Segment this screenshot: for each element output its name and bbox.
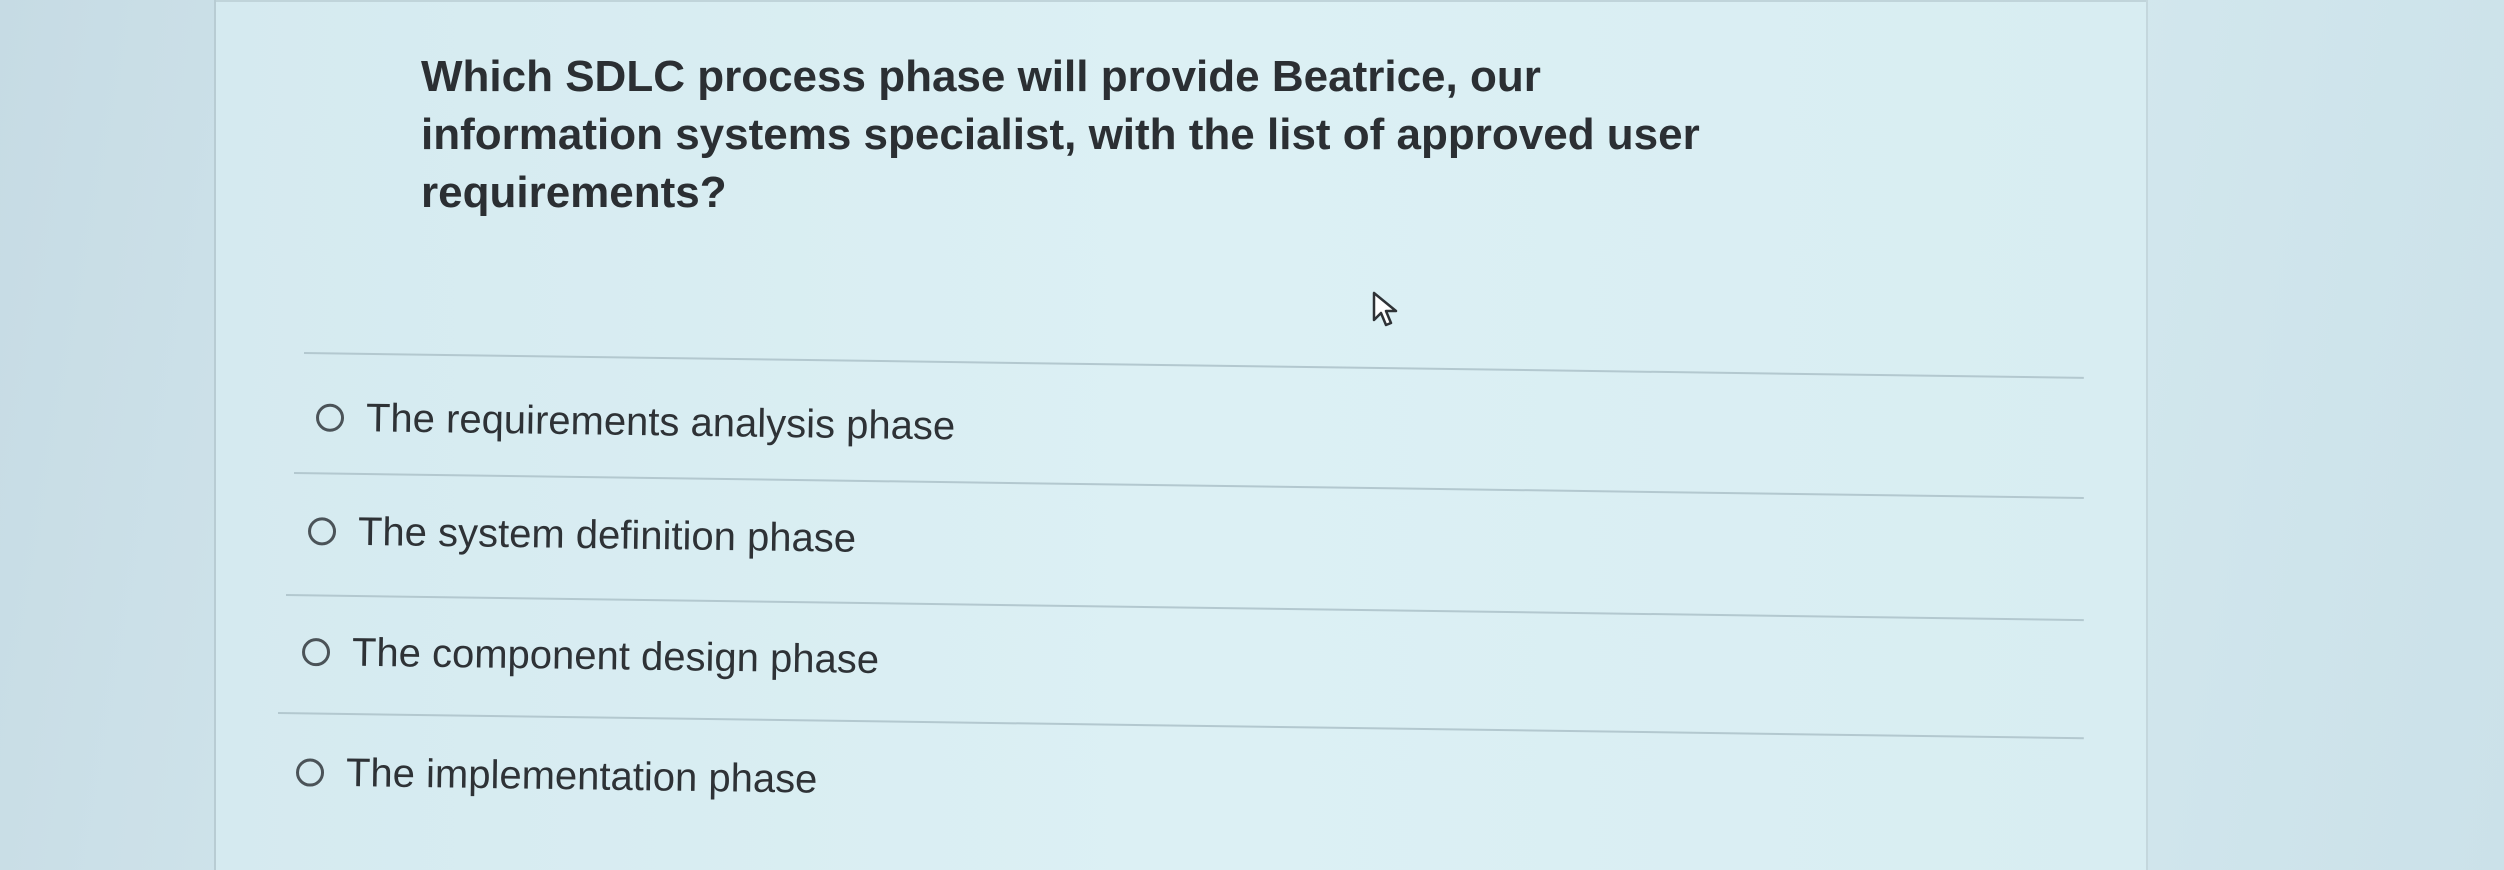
option-divider [285,594,2084,622]
answer-option-4[interactable]: The implementation phase [295,742,818,809]
answer-option-label: The implementation phase [345,750,818,802]
radio-button[interactable] [307,517,337,546]
answer-option-1[interactable]: The requirements analysis phase [315,388,956,457]
answer-option-label: The component design phase [351,630,880,682]
answer-option-3[interactable]: The component design phase [301,622,880,690]
screen: Which SDLC process phase will provide Be… [0,0,2504,870]
option-divider [293,472,2084,499]
radio-button[interactable] [315,403,345,432]
mouse-pointer-icon [1372,291,1398,327]
radio-button[interactable] [295,758,325,787]
option-divider [303,352,2084,379]
answer-option-2[interactable]: The system definition phase [307,501,857,569]
radio-button[interactable] [301,637,331,667]
answer-option-label: The system definition phase [357,509,857,561]
answer-options: The requirements analysis phase The syst… [216,0,2146,870]
option-divider [277,712,2084,740]
question-panel: Which SDLC process phase will provide Be… [214,0,2148,870]
answer-option-label: The requirements analysis phase [365,395,956,448]
